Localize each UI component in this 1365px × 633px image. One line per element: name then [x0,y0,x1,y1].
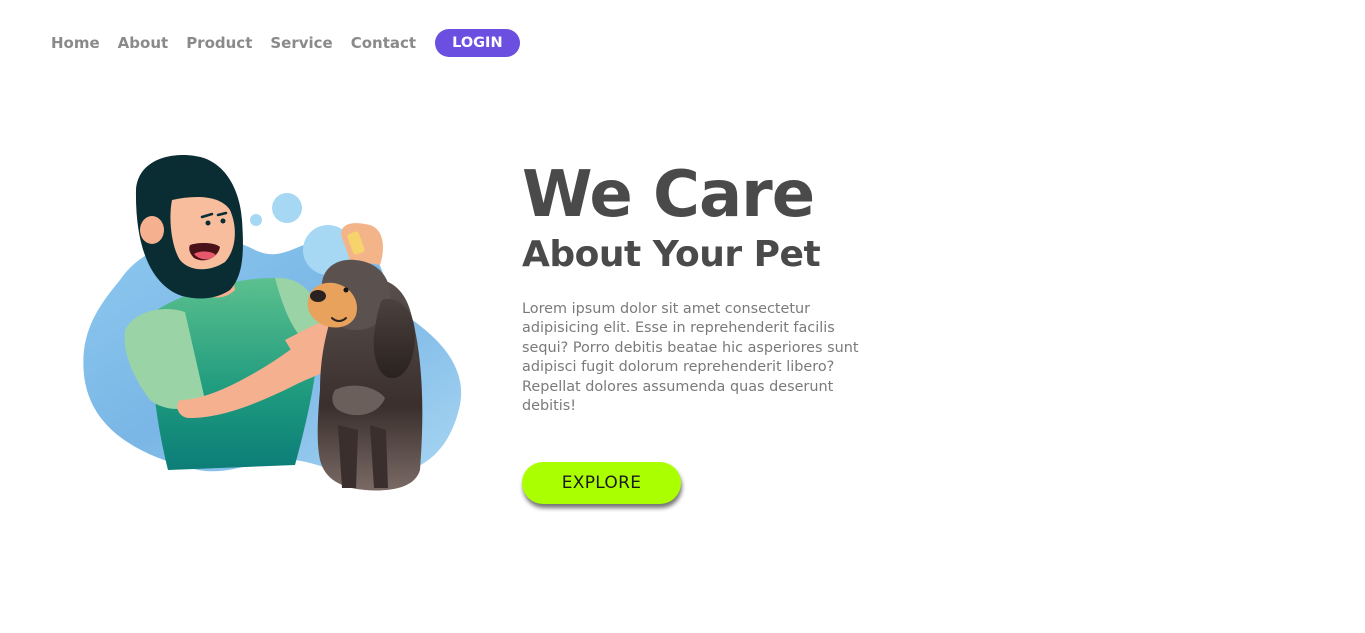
nav-link-product[interactable]: Product [186,34,252,52]
woman-grooming-dog-illustration [83,155,462,491]
hero-title: We Care [522,158,815,232]
landing-page: Home About Product Service Contact LOGIN [0,0,1365,633]
hero-section: We Care About Your Pet Lorem ipsum dolor… [522,158,882,416]
nav-link-contact[interactable]: Contact [351,34,416,52]
main-nav: Home About Product Service Contact LOGIN [51,29,520,57]
hero-subtitle: About Your Pet [522,234,821,275]
nav-link-service[interactable]: Service [270,34,332,52]
hero-description: Lorem ipsum dolor sit amet consectetur a… [522,301,859,415]
explore-button[interactable]: EXPLORE [522,462,681,504]
nav-link-home[interactable]: Home [51,34,100,52]
nav-link-about[interactable]: About [118,34,169,52]
login-button[interactable]: LOGIN [435,29,520,57]
